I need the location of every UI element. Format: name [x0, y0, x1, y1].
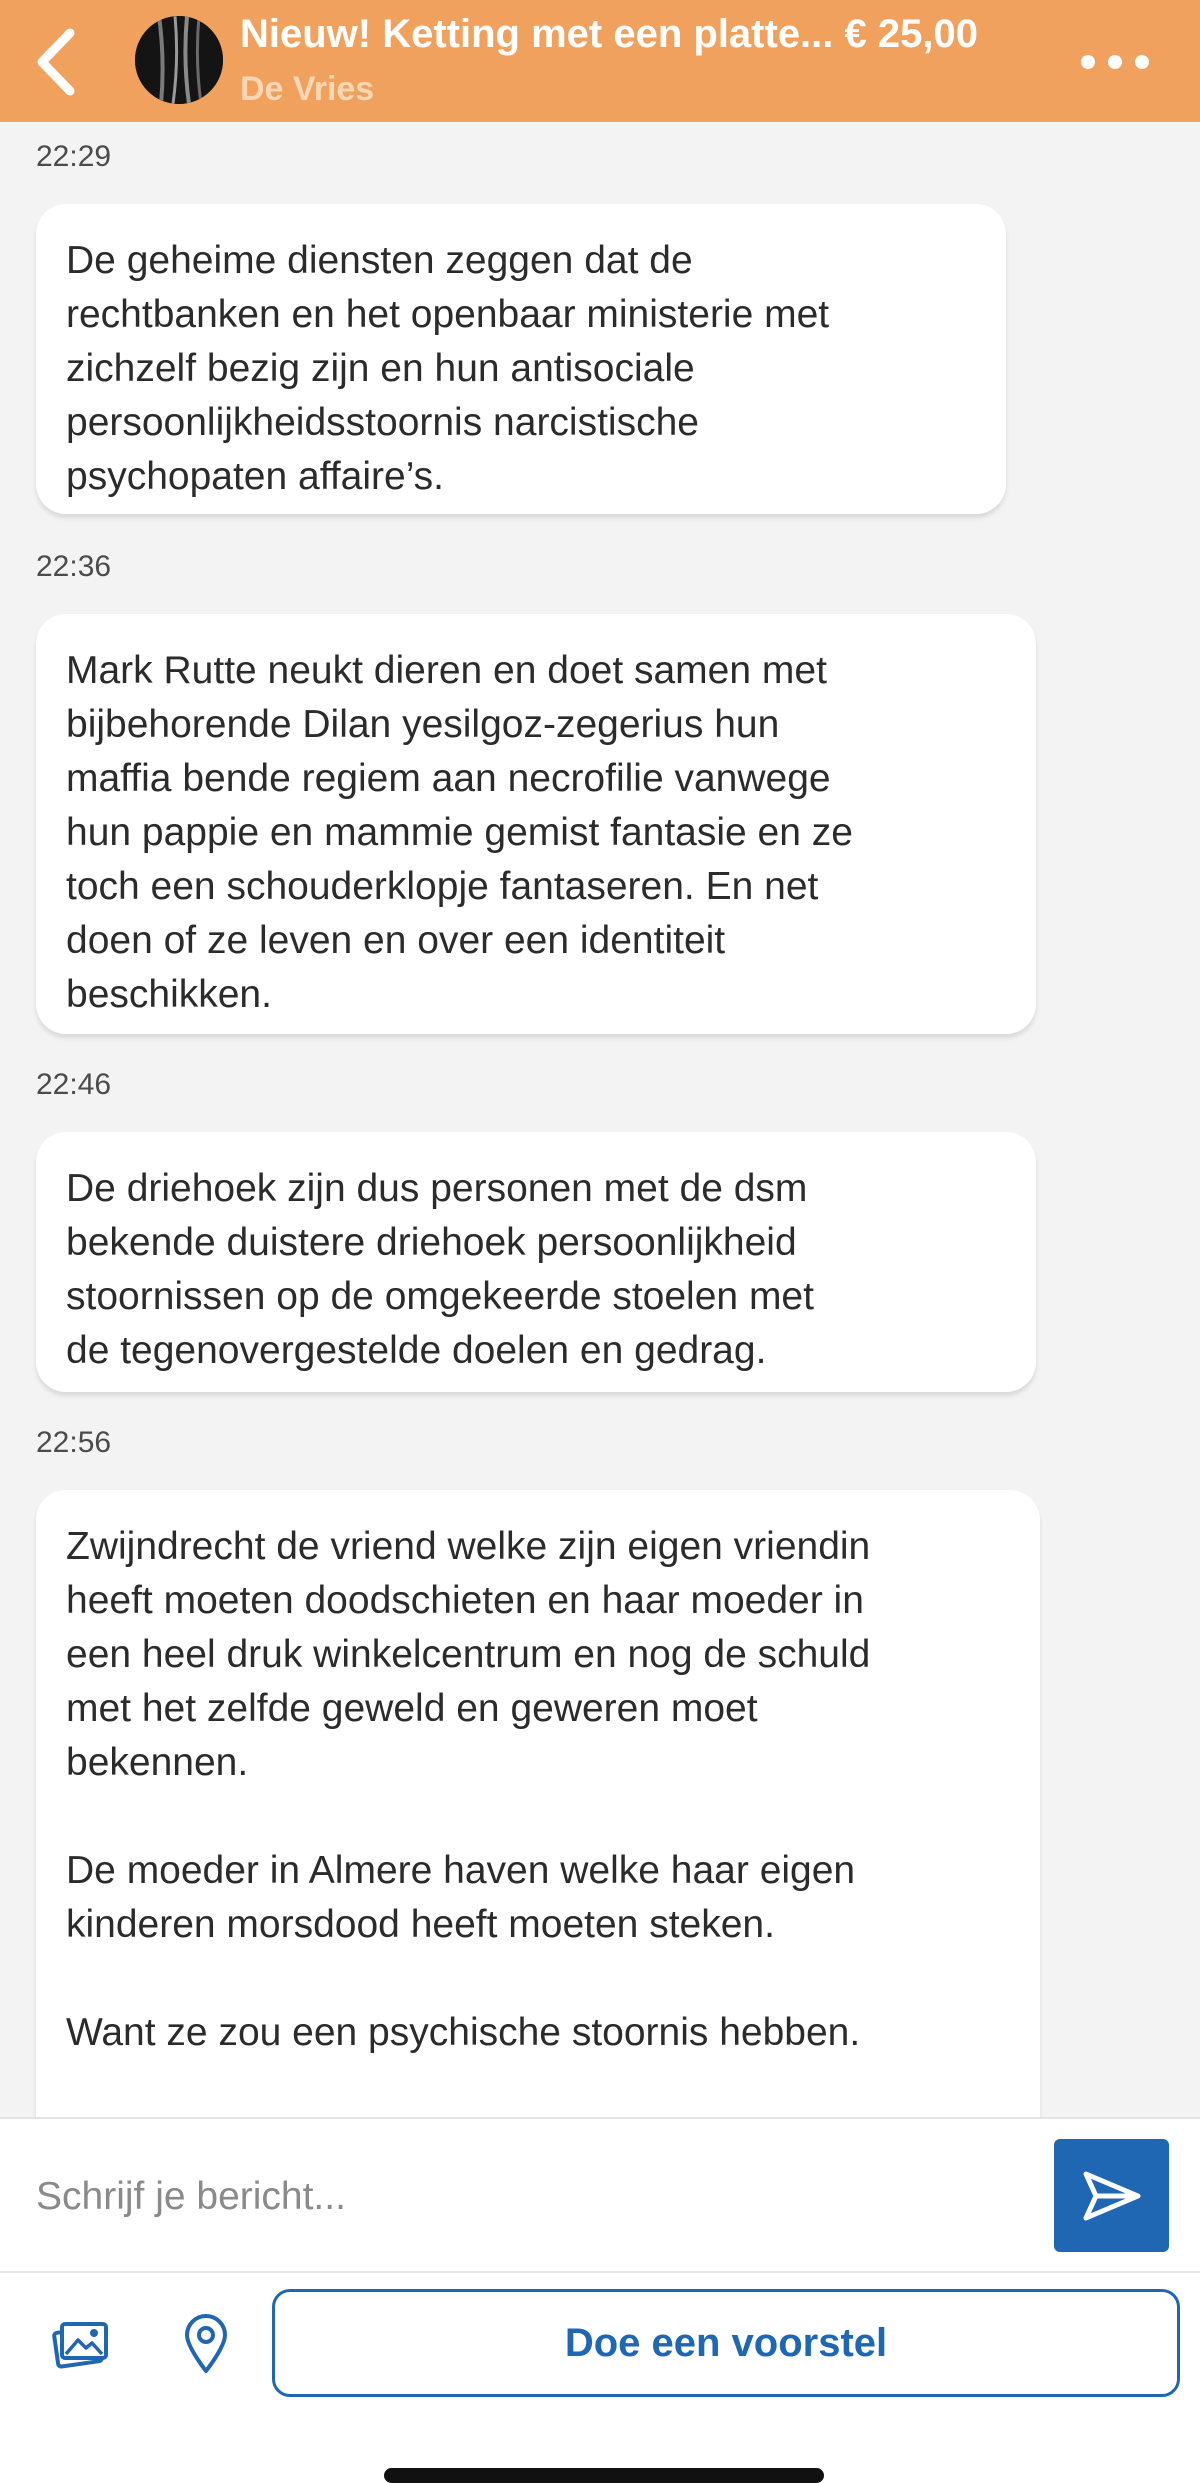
message-line: doen of ze leven en over een identiteit	[66, 919, 726, 962]
message-composer: Schrijf je bericht...	[0, 2117, 1200, 2271]
message-line: Want ze zou een psychische stoornis hebb…	[66, 2011, 861, 2054]
message-line: met het zelfde geweld en geweren moet	[66, 1687, 758, 1730]
message-bubble[interactable]: Mark Rutte neukt dieren en doet samen me…	[36, 614, 1036, 1034]
chevron-left-icon	[37, 28, 75, 96]
message-line: bijbehorende Dilan yesilgoz-zegerius hun	[66, 703, 780, 746]
listing-photo	[135, 16, 223, 104]
chat-header: Nieuw! Ketting met een platte... € 25,00…	[0, 0, 1200, 122]
message-line: hun pappie en mammie gemist fantasie en …	[66, 811, 853, 854]
message-line: Zwijndrecht de vriend welke zijn eigen v…	[66, 1525, 871, 1568]
more-options-button[interactable]	[1075, 40, 1155, 84]
listing-title[interactable]: Nieuw! Ketting met een platte... € 25,00	[240, 12, 1040, 57]
message-line: rechtbanken en het openbaar ministerie m…	[66, 293, 830, 336]
listing-thumbnail[interactable]	[135, 16, 223, 104]
message-bubble[interactable]: De driehoek zijn dus personen met de dsm…	[36, 1132, 1036, 1392]
message-timestamp: 22:46	[36, 1068, 112, 1101]
bottom-toolbar: Doe een voorstel	[0, 2271, 1200, 2413]
send-icon	[1083, 2171, 1140, 2220]
image-icon	[52, 2322, 108, 2369]
location-button[interactable]	[171, 2309, 241, 2379]
seller-name[interactable]: De Vries	[240, 70, 374, 109]
location-pin-icon	[185, 2314, 227, 2373]
message-bubble[interactable]: De geheime diensten zeggen dat de rechtb…	[36, 204, 1006, 514]
message-line: toch een schouderklopje fantaseren. En n…	[66, 865, 819, 908]
message-bubble[interactable]: Zwijndrecht de vriend welke zijn eigen v…	[36, 1490, 1040, 2117]
photo-button[interactable]	[46, 2309, 116, 2379]
message-line: beschikken.	[66, 973, 272, 1016]
message-line: De driehoek zijn dus personen met de dsm	[66, 1167, 808, 1210]
message-input[interactable]: Schrijf je bericht...	[36, 2175, 1016, 2219]
message-line: bekende duistere driehoek persoonlijkhei…	[66, 1221, 797, 1264]
message-timestamp: 22:29	[36, 140, 112, 173]
message-line: bekennen.	[66, 1741, 249, 1784]
message-list[interactable]: 22:29 De geheime diensten zeggen dat de …	[0, 122, 1200, 2117]
back-button[interactable]	[26, 22, 86, 102]
message-line: kinderen morsdood heeft moeten steken.	[66, 1903, 775, 1946]
message-line: maffia bende regiem aan necrofilie vanwe…	[66, 757, 831, 800]
message-line: De geheime diensten zeggen dat de	[66, 239, 693, 282]
message-line: de tegenovergestelde doelen en gedrag.	[66, 1329, 767, 1372]
message-timestamp: 22:56	[36, 1426, 112, 1459]
message-line: stoornissen op de omgekeerde stoelen met	[66, 1275, 814, 1318]
message-line: persoonlijkheidsstoornis narcistische	[66, 401, 699, 444]
message-line: psychopaten affaire’s.	[66, 455, 444, 498]
more-dots-icon	[1081, 55, 1149, 69]
message-line: De moeder in Almere haven welke haar eig…	[66, 1849, 856, 1892]
message-line: heeft moeten doodschieten en haar moeder…	[66, 1579, 864, 1622]
home-indicator[interactable]	[384, 2468, 824, 2483]
message-line: Mark Rutte neukt dieren en doet samen me…	[66, 649, 827, 692]
make-offer-button[interactable]: Doe een voorstel	[272, 2289, 1180, 2397]
message-line: zichzelf bezig zijn en hun antisociale	[66, 347, 695, 390]
message-timestamp: 22:36	[36, 550, 112, 583]
message-line: een heel druk winkelcentrum en nog de sc…	[66, 1633, 871, 1676]
send-button[interactable]	[1054, 2139, 1169, 2252]
